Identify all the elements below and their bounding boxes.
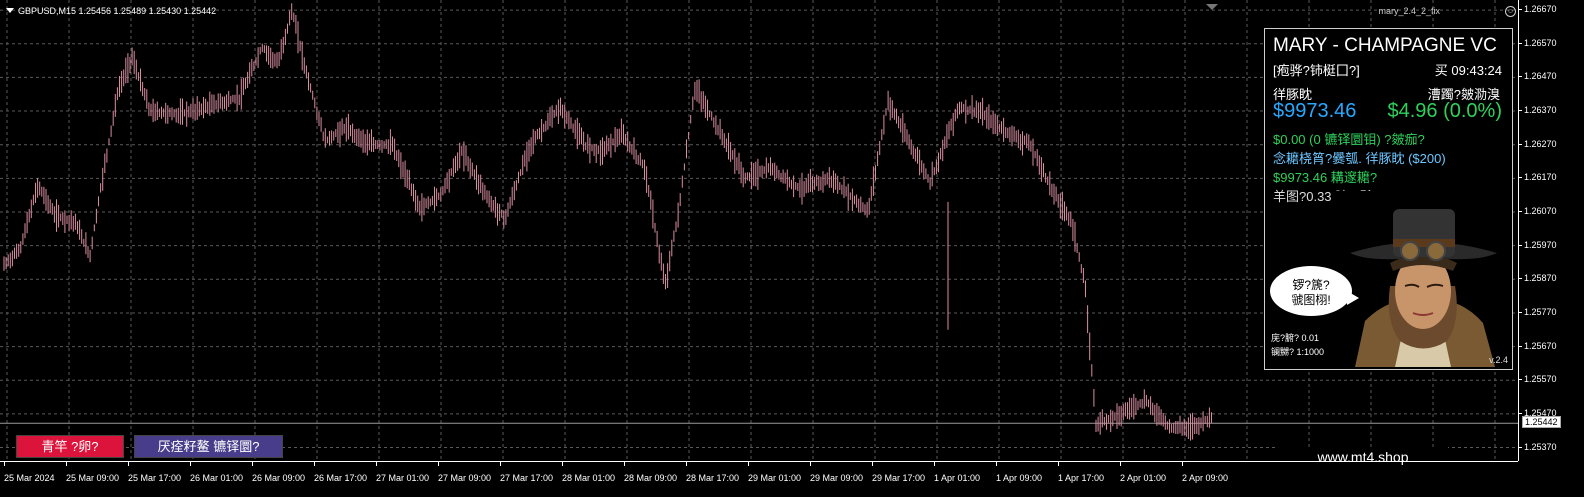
- time-tick-label: 1 Apr 01:00: [934, 462, 981, 483]
- lot-size-label: 庑?腑? 0.01: [1271, 333, 1320, 343]
- symbol-menu-icon[interactable]: [6, 8, 14, 13]
- close-orders-button[interactable]: 厌痊籽鳌 镳铎圜?: [134, 435, 283, 458]
- time-tick-label: 28 Mar 09:00: [624, 462, 678, 483]
- price-tick-label: 1.26470: [1519, 71, 1557, 82]
- price-tick-label: 1.25370: [1519, 441, 1557, 452]
- balance-value: $9973.46: [1273, 100, 1357, 122]
- time-tick-label: 27 Mar 09:00: [438, 462, 492, 483]
- speech-bubble: 锣?篪? 虢图栩!: [1270, 266, 1352, 316]
- price-tick-label: 1.25970: [1519, 239, 1557, 250]
- ea-info-panel: MARY - CHAMPAGNE VC [疱骅?铈梃囗?] 买 09:43:24…: [1264, 28, 1513, 370]
- price-tick-label: 1.25770: [1519, 306, 1557, 317]
- time-tick-label: 1 Apr 17:00: [1058, 462, 1105, 483]
- time-axis[interactable]: 25 Mar 2024 25 Mar 09:00 25 Mar 17:00 26 Ma…: [0, 461, 1518, 497]
- time-tick-label: 25 Mar 17:00: [128, 462, 182, 483]
- bubble-line-2: 虢图栩!: [1291, 293, 1331, 307]
- mary-avatar: [1335, 191, 1510, 367]
- leverage-label: 镧嬲? 1:1000: [1271, 347, 1325, 357]
- panel-title: MARY - CHAMPAGNE VC: [1273, 35, 1497, 56]
- price-tick-label: 1.26370: [1519, 105, 1557, 116]
- price-tick-label: 1.26670: [1519, 4, 1557, 15]
- time-tick-label: 25 Mar 09:00: [66, 462, 120, 483]
- price-tick-label: 1.25570: [1519, 374, 1557, 385]
- time-tick-label: 26 Mar 17:00: [314, 462, 368, 483]
- time-tick-label: 1 Apr 09:00: [996, 462, 1043, 483]
- price-tick-label: 1.26270: [1519, 138, 1557, 149]
- equity-line: $9973.46 耩邃耱?: [1273, 170, 1378, 185]
- bubble-tail: [1347, 291, 1359, 305]
- time-tick-label: 28 Mar 17:00: [686, 462, 740, 483]
- price-tick-label: 1.25870: [1519, 273, 1557, 284]
- time-tick-label: 26 Mar 01:00: [190, 462, 244, 483]
- profit-value: $4.96 (0.0%): [1387, 100, 1502, 122]
- price-tick-label: 1.25670: [1519, 340, 1557, 351]
- time-tick-label: 2 Apr 09:00: [1182, 462, 1229, 483]
- time-tick-label: 26 Mar 09:00: [252, 462, 306, 483]
- time-tick-label: 27 Mar 01:00: [376, 462, 430, 483]
- close-sell-button[interactable]: 青竿 ?卵?: [16, 435, 124, 458]
- chart-area[interactable]: GBPUSD,M15 1.25456 1.25489 1.25430 1.254…: [0, 0, 1518, 467]
- smile-icon[interactable]: ☺: [1505, 6, 1516, 17]
- time-tick-label: 27 Mar 17:00: [500, 462, 554, 483]
- panel-subtitle: [疱骅?铈梃囗?]: [1273, 63, 1360, 78]
- orders-line: $0.00 (0 镳铎圜钼) ?皴痂?: [1273, 132, 1425, 147]
- time-tick-label: 29 Mar 17:00: [872, 462, 926, 483]
- version-label: v.2.4: [1489, 355, 1508, 365]
- expert-advisor-label: mary_2.4_2_fix: [1378, 6, 1440, 16]
- min-balance-line: 念耱桡筲?爨瓠. 徉豚眈 ($200): [1273, 151, 1446, 166]
- price-tick-label: 1.25470: [1519, 407, 1557, 418]
- time-tick-label: 29 Mar 01:00: [748, 462, 802, 483]
- time-tick-label: 2 Apr 01:00: [1120, 462, 1167, 483]
- server-time: 买 09:43:24: [1434, 63, 1502, 78]
- time-tick-label: 29 Mar 09:00: [810, 462, 864, 483]
- time-tick-label: 25 Mar 2024: [4, 462, 55, 483]
- price-tick-label: 1.26570: [1519, 37, 1557, 48]
- time-tick-label: 28 Mar 01:00: [562, 462, 616, 483]
- price-tick-label: 1.26170: [1519, 172, 1557, 183]
- price-bars: [3, 3, 1212, 441]
- price-tick-label: 1.26070: [1519, 205, 1557, 216]
- price-axis[interactable]: 1.25442 1.26670 1.26570 1.26470 1.26370 1.26…: [1518, 0, 1584, 461]
- chart-shift-marker-icon[interactable]: [1206, 4, 1218, 10]
- current-price-tag: 1.25442: [1522, 416, 1561, 429]
- symbol-label: GBPUSD,M15 1.25456 1.25489 1.25430 1.254…: [18, 6, 217, 16]
